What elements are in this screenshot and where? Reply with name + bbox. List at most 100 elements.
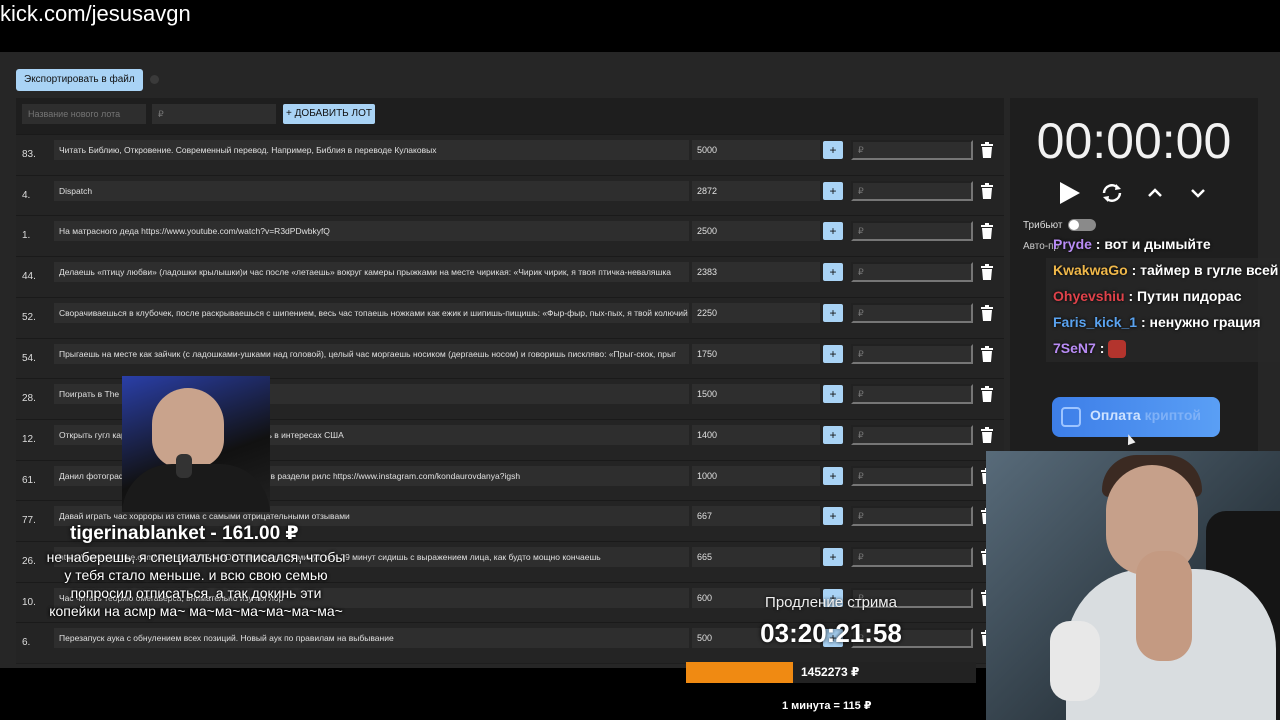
donation-message: не наберешь, я специально отписался, что… [46, 549, 346, 619]
lot-row: 54. Прыгаешь на месте как зайчик (с ладош… [16, 338, 1004, 379]
trash-icon[interactable] [980, 183, 994, 199]
lot-add-input[interactable] [851, 425, 973, 445]
add-amount-button[interactable]: + [823, 263, 843, 281]
chat-message: Pryde : вот и дымыйте [1053, 236, 1211, 252]
tribute-label: Трибьют [1023, 220, 1063, 231]
trash-icon[interactable] [980, 346, 994, 362]
lot-name-field[interactable]: На матрасного деда https://www.youtube.c… [54, 221, 689, 241]
lot-name-field[interactable]: Сворачиваешься в клубочек, после раскрыв… [54, 303, 689, 323]
lot-name-field[interactable]: Читать Библию, Откровение. Современный п… [54, 140, 689, 160]
lot-add-input[interactable] [851, 303, 973, 323]
lot-number: 28. [22, 393, 36, 404]
add-amount-button[interactable]: + [823, 507, 843, 525]
add-amount-button[interactable]: + [823, 304, 843, 322]
lot-number: 1. [22, 230, 31, 241]
lot-amount-field[interactable]: 1000 [692, 466, 820, 486]
lot-amount-field[interactable]: 1750 [692, 344, 820, 364]
streamer-webcam [986, 451, 1280, 720]
lot-number: 26. [22, 556, 36, 567]
emote-icon [1108, 340, 1127, 359]
crypto-label-a: Оплата [1090, 407, 1141, 423]
trash-icon[interactable] [980, 386, 994, 402]
add-amount-button[interactable]: + [823, 426, 843, 444]
lot-amount-field[interactable]: 667 [692, 506, 820, 526]
timer-display: 00:00:00 [1036, 113, 1232, 169]
lot-name-field[interactable]: Делаешь «птицу любви» (ладошки крылышки)… [54, 262, 689, 282]
chevron-up-icon[interactable] [1142, 180, 1168, 206]
progress-value: 1452273 ₽ [801, 665, 860, 679]
lot-number: 10. [22, 597, 36, 608]
lot-number: 4. [22, 190, 31, 201]
lot-amount-field[interactable]: 665 [692, 547, 820, 567]
add-amount-button[interactable]: + [823, 548, 843, 566]
lot-number: 77. [22, 515, 36, 526]
chat-message: Ohyevshiu : Путин пидорас [1053, 288, 1242, 304]
add-amount-button[interactable]: + [823, 222, 843, 240]
trash-icon[interactable] [980, 264, 994, 280]
trash-icon[interactable] [980, 305, 994, 321]
add-amount-button[interactable]: + [823, 345, 843, 363]
lot-add-input[interactable] [851, 506, 973, 526]
lot-number: 44. [22, 271, 36, 282]
lot-amount-field[interactable]: 1500 [692, 384, 820, 404]
chat-text: Путин пидорас [1137, 288, 1242, 304]
tribute-toggle[interactable] [1068, 219, 1096, 231]
streamer-hands [1136, 551, 1192, 661]
lot-add-input[interactable] [851, 262, 973, 282]
chat-overlay: Pryde : вот и дымыйте KwakwaGo : таймер … [1046, 232, 1280, 362]
chevron-down-icon[interactable] [1185, 180, 1211, 206]
trash-icon[interactable] [980, 142, 994, 158]
overlay-video [122, 376, 270, 512]
microphone-icon [1050, 621, 1100, 701]
add-lot-button[interactable]: + ДОБАВИТЬ ЛОТ [283, 104, 375, 124]
add-amount-button[interactable]: + [823, 141, 843, 159]
donation-title: tigerinablanket - 161.00 ₽ [70, 523, 299, 544]
lot-row: 52. Сворачиваешься в клубочек, после раск… [16, 297, 1004, 338]
chat-user: 7SeN7 [1053, 340, 1096, 356]
lot-amount-field[interactable]: 2383 [692, 262, 820, 282]
lot-amount-field[interactable]: 1400 [692, 425, 820, 445]
lot-add-input[interactable] [851, 547, 973, 567]
chat-text: вот и дымыйте [1104, 236, 1211, 252]
lot-amount-field[interactable]: 2872 [692, 181, 820, 201]
crypto-pay-button[interactable]: Оплата криптой [1052, 397, 1220, 437]
donation-progress: 1452273 ₽ [686, 662, 976, 683]
rate-text: 1 минута = 115 ₽ [782, 700, 872, 712]
lot-name-field[interactable]: Перезапуск аука с обнулением всех позици… [54, 628, 689, 648]
lot-add-input[interactable] [851, 384, 973, 404]
crypto-label-b: криптой [1144, 407, 1202, 423]
add-amount-button[interactable]: + [823, 385, 843, 403]
trash-icon[interactable] [980, 223, 994, 239]
lot-number: 83. [22, 149, 36, 160]
chat-message: KwakwaGo : таймер в гугле всей [1053, 262, 1279, 278]
new-lot-price-input[interactable] [152, 104, 276, 124]
chat-text: таймер в гугле всей [1140, 262, 1279, 278]
lot-row: 83. Читать Библию, Откровение. Современны… [16, 134, 1004, 175]
lot-row: 44. Делаешь «птицу любви» (ладошки крылыш… [16, 256, 1004, 297]
lot-add-input[interactable] [851, 140, 973, 160]
lot-amount-field[interactable]: 2250 [692, 303, 820, 323]
lot-row: 4. Dispatch 2872 + [16, 175, 1004, 216]
chat-user: Faris_kick_1 [1053, 314, 1138, 330]
lot-name-field[interactable]: Прыгаешь на месте как зайчик (с ладошкам… [54, 344, 689, 364]
new-lot-name-input[interactable] [22, 104, 146, 124]
chat-user: Pryde [1053, 236, 1092, 252]
lot-add-input[interactable] [851, 181, 973, 201]
add-amount-button[interactable]: + [823, 182, 843, 200]
lot-add-input[interactable] [851, 344, 973, 364]
lot-add-input[interactable] [851, 466, 973, 486]
lot-amount-field[interactable]: 2500 [692, 221, 820, 241]
video-person-body [122, 464, 270, 512]
lot-name-field[interactable]: Dispatch [54, 181, 689, 201]
chat-text: ненужно грация [1149, 314, 1261, 330]
lot-number: 6. [22, 637, 31, 648]
export-button[interactable]: Экспортировать в файл [16, 69, 143, 91]
play-icon[interactable] [1056, 180, 1082, 206]
lot-number: 12. [22, 434, 36, 445]
progress-fill [686, 662, 794, 683]
reset-icon[interactable] [1099, 180, 1125, 206]
add-amount-button[interactable]: + [823, 467, 843, 485]
lot-add-input[interactable] [851, 221, 973, 241]
trash-icon[interactable] [980, 427, 994, 443]
lot-amount-field[interactable]: 5000 [692, 140, 820, 160]
